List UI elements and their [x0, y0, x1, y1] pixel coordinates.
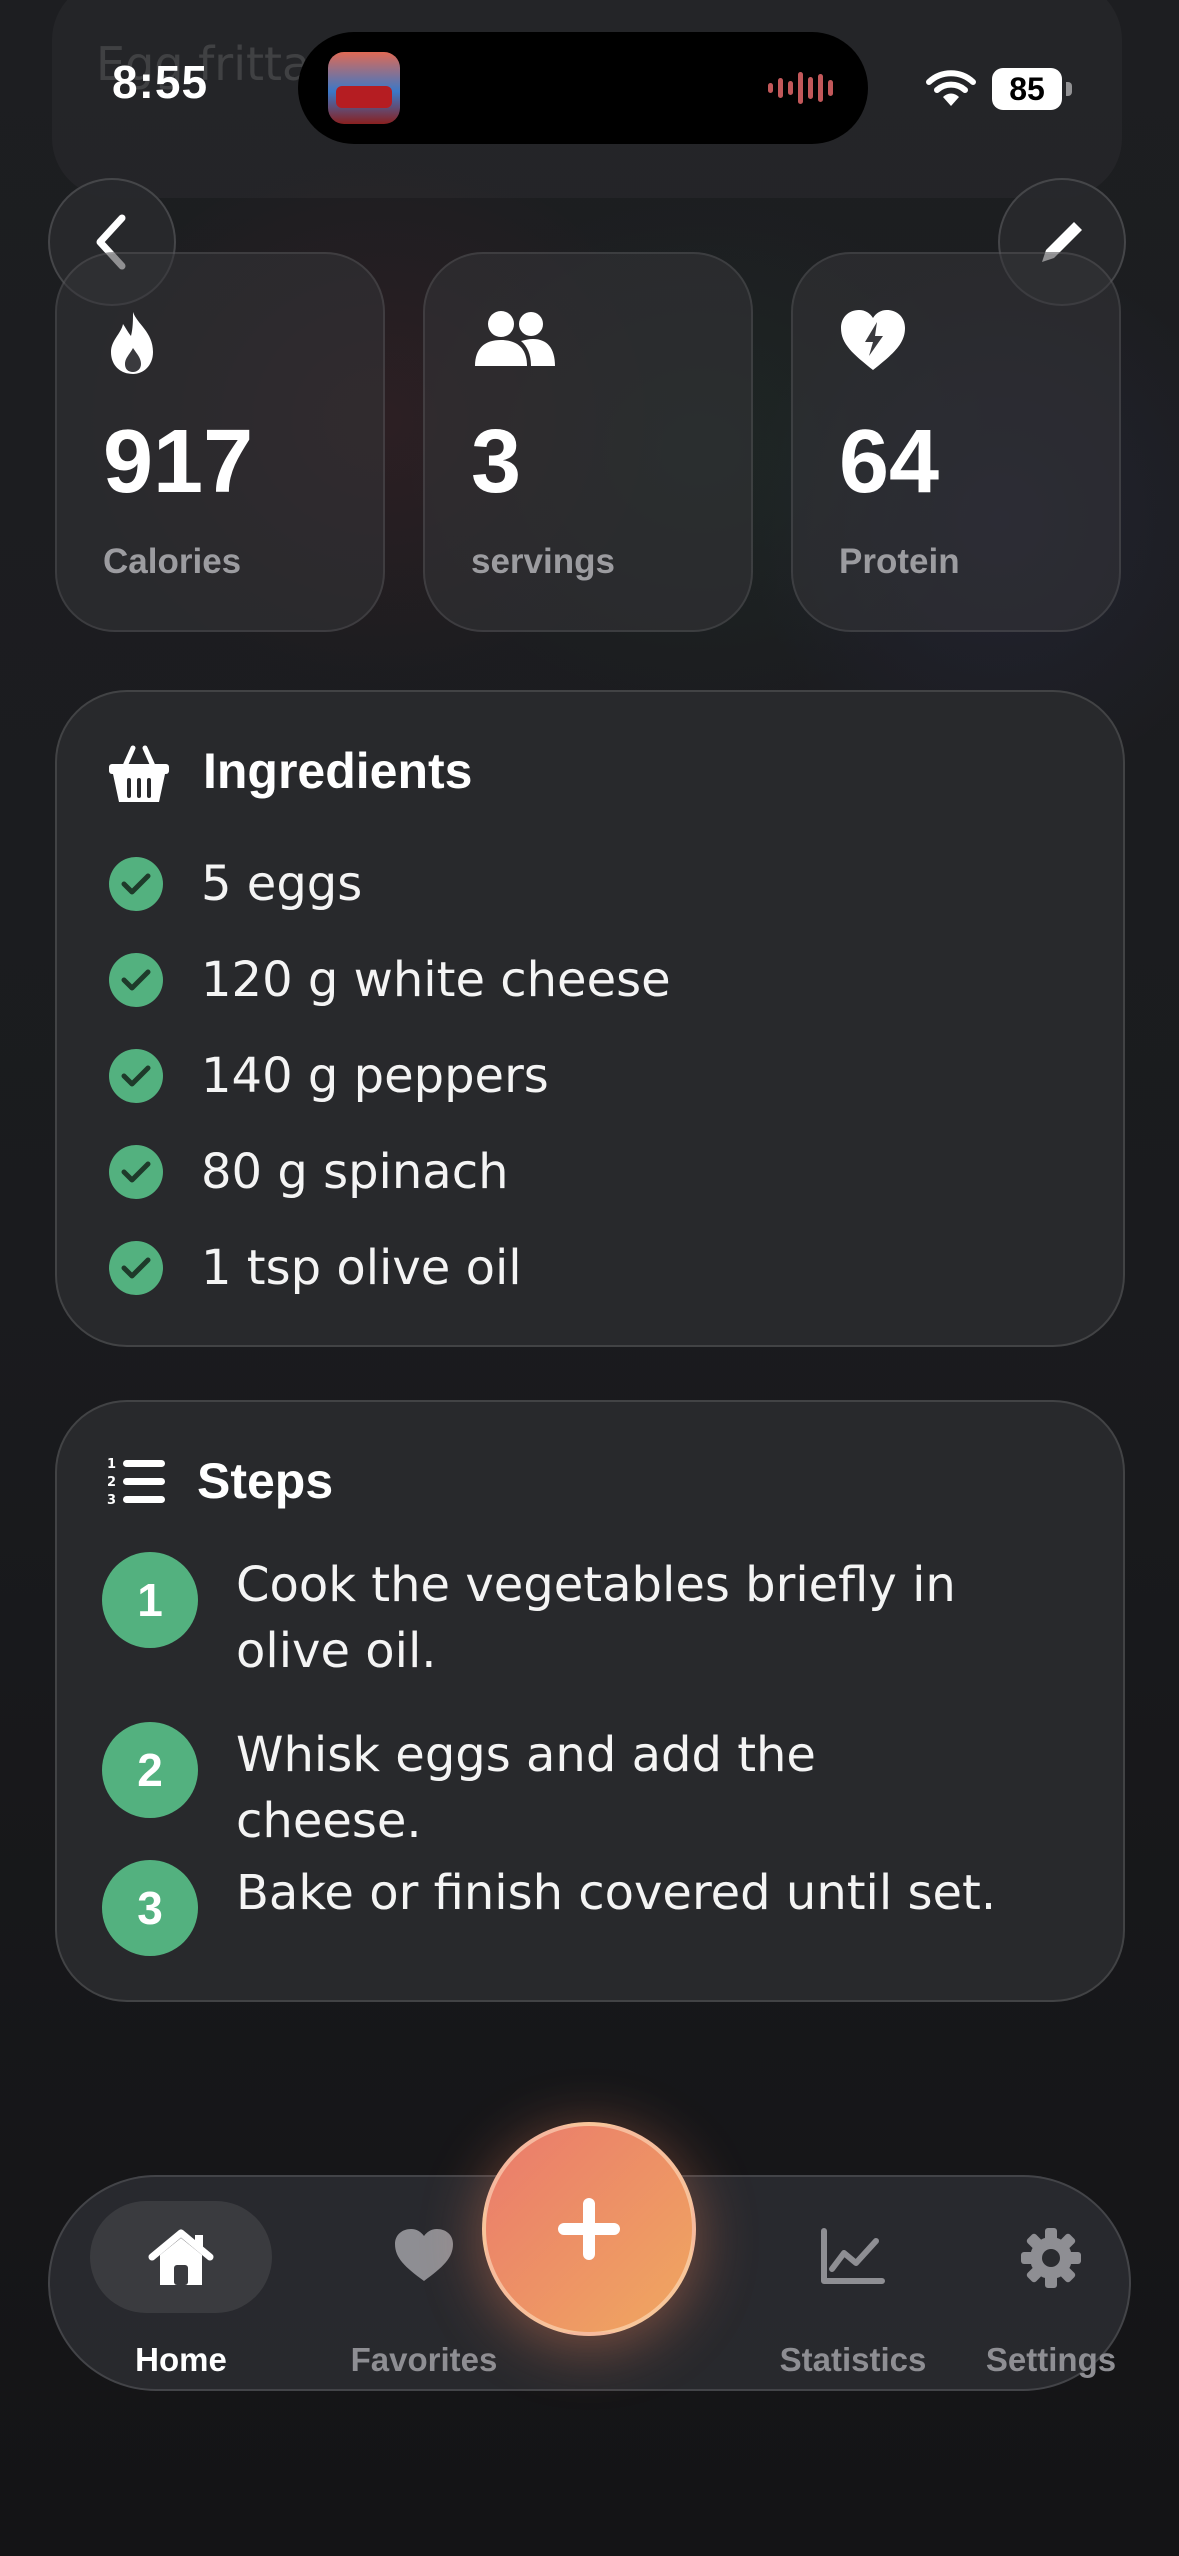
list-item[interactable]: 140 g peppers — [109, 1046, 549, 1106]
flame-icon — [111, 312, 153, 374]
list-item[interactable]: 120 g white cheese — [109, 950, 671, 1010]
ingredient-text: 1 tsp olive oil — [201, 1240, 522, 1296]
dynamic-island[interactable] — [298, 32, 868, 144]
checkmark-icon — [109, 953, 163, 1007]
svg-text:2: 2 — [107, 1475, 116, 1490]
battery-cap — [1066, 82, 1072, 96]
battery-indicator: 85 — [992, 68, 1062, 110]
gear-icon — [1021, 2228, 1081, 2288]
checkmark-icon — [109, 857, 163, 911]
stat-card-calories: 917 Calories — [55, 252, 385, 632]
svg-text:1: 1 — [107, 1457, 116, 1472]
basket-icon — [109, 745, 169, 802]
home-icon — [148, 2229, 214, 2285]
ingredient-text: 120 g white cheese — [201, 952, 671, 1008]
heart-icon — [395, 2229, 453, 2281]
heart-bolt-icon — [841, 310, 905, 370]
tab-home[interactable]: Home — [50, 2177, 312, 2389]
audio-waveform-icon — [768, 72, 833, 104]
now-playing-artwork — [328, 52, 400, 124]
steps-card: 1 2 3 Steps 1 Cook the vegetables briefl… — [55, 1400, 1125, 2002]
stat-label: Protein — [839, 542, 960, 581]
status-time: 8:55 — [112, 56, 209, 108]
tab-label: Favorites — [350, 2341, 498, 2378]
ingredient-text: 5 eggs — [201, 856, 363, 912]
step-text: Bake or finish covered until set. — [236, 1865, 997, 1921]
list-item[interactable]: 80 g spinach — [109, 1142, 509, 1202]
svg-text:3: 3 — [107, 1493, 116, 1506]
plus-icon — [558, 2198, 620, 2260]
ingredients-card: Ingredients 5 eggs 120 g white cheese 14… — [55, 690, 1125, 1347]
stat-value: 64 — [839, 412, 940, 512]
list-item[interactable]: 5 eggs — [109, 854, 362, 914]
step-text: Whisk eggs and add the cheese. — [236, 1727, 816, 1849]
list-item[interactable]: 1 tsp olive oil — [109, 1238, 522, 1298]
line-chart-icon — [821, 2228, 885, 2284]
step-number-badge: 2 — [102, 1722, 198, 1818]
tab-settings[interactable]: Settings — [920, 2177, 1179, 2389]
ingredient-text: 80 g spinach — [201, 1144, 509, 1200]
step-number-badge: 3 — [102, 1860, 198, 1956]
step-number-badge: 1 — [102, 1552, 198, 1648]
numbered-list-icon: 1 2 3 — [107, 1457, 165, 1506]
checkmark-icon — [109, 1049, 163, 1103]
stat-card-servings: 3 servings — [423, 252, 753, 632]
checkmark-icon — [109, 1241, 163, 1295]
stat-value: 3 — [471, 412, 522, 512]
ingredients-title: Ingredients — [203, 743, 473, 799]
checkmark-icon — [109, 1145, 163, 1199]
stat-label: Calories — [103, 542, 242, 581]
stat-value: 917 — [103, 412, 254, 512]
tab-label: Home — [135, 2341, 227, 2378]
add-recipe-button[interactable] — [482, 2122, 696, 2336]
wifi-icon — [926, 70, 976, 106]
tab-label: Settings — [985, 2341, 1117, 2378]
people-icon — [475, 311, 555, 366]
stat-card-protein: 64 Protein — [791, 252, 1121, 632]
step-text: Cook the vegetables briefly in olive oil… — [236, 1557, 956, 1679]
steps-title: Steps — [197, 1453, 334, 1509]
ingredient-text: 140 g peppers — [201, 1048, 549, 1104]
stat-label: servings — [471, 542, 615, 581]
